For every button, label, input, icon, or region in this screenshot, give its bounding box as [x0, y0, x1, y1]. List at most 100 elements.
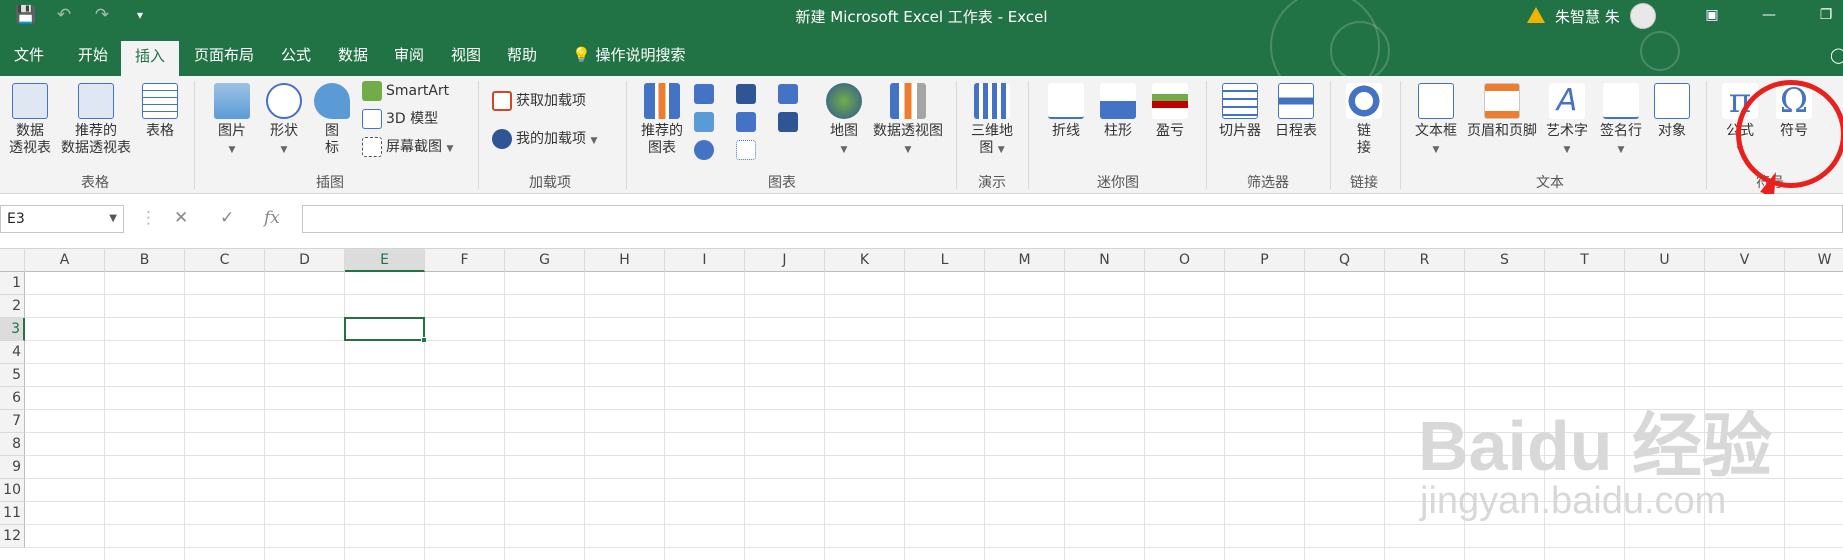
- object-button[interactable]: 对象: [1650, 83, 1694, 140]
- column-header[interactable]: C: [185, 249, 265, 272]
- tell-me-search[interactable]: 💡 操作说明搜索: [568, 45, 689, 65]
- column-header[interactable]: P: [1225, 249, 1305, 272]
- column-header[interactable]: S: [1465, 249, 1545, 272]
- sparkline-line-button[interactable]: 折线: [1044, 83, 1088, 140]
- column-header[interactable]: H: [585, 249, 665, 272]
- screenshot-button[interactable]: 屏幕截图 ▼: [362, 136, 453, 160]
- name-box-dropdown-icon[interactable]: ▼: [109, 206, 117, 232]
- hierarchy-chart-icon[interactable]: [736, 84, 756, 104]
- active-cell[interactable]: [344, 317, 425, 341]
- pie-chart-icon[interactable]: [694, 140, 714, 160]
- 3d-model-button[interactable]: 3D 模型: [362, 108, 438, 130]
- row-header[interactable]: 6: [0, 387, 25, 410]
- row-header[interactable]: 2: [0, 295, 25, 318]
- slicer-button[interactable]: 切片器: [1214, 83, 1266, 140]
- column-chart-icon[interactable]: [694, 84, 714, 104]
- column-header[interactable]: B: [105, 249, 185, 272]
- pivot-chart-button[interactable]: 数据透视图 ▼: [870, 83, 946, 159]
- column-header[interactable]: W: [1785, 249, 1843, 272]
- recommended-pivot-button[interactable]: 推荐的 数据透视表: [58, 83, 134, 157]
- tab-help[interactable]: 帮助: [503, 45, 541, 65]
- insert-function-icon[interactable]: fx: [264, 208, 280, 228]
- row-header[interactable]: 5: [0, 364, 25, 387]
- get-addins-button[interactable]: 获取加载项: [492, 90, 586, 112]
- row-header[interactable]: 8: [0, 433, 25, 456]
- column-header[interactable]: Q: [1305, 249, 1385, 272]
- row-header[interactable]: 10: [0, 479, 25, 502]
- column-header[interactable]: A: [25, 249, 105, 272]
- column-header[interactable]: L: [905, 249, 985, 272]
- shapes-button[interactable]: 形状 ▼: [262, 83, 306, 159]
- enter-icon[interactable]: ✓: [220, 208, 234, 228]
- column-header[interactable]: D: [265, 249, 345, 272]
- icons-button[interactable]: 图 标: [314, 83, 350, 157]
- row-header[interactable]: 3: [0, 318, 25, 341]
- textbox-button[interactable]: 文本框 ▼: [1410, 83, 1462, 159]
- maps-button[interactable]: 地图 ▼: [822, 83, 866, 159]
- row-header[interactable]: 12: [0, 525, 25, 548]
- smartart-button[interactable]: SmartArt: [362, 80, 449, 102]
- row-header[interactable]: 9: [0, 456, 25, 479]
- warning-icon[interactable]: [1527, 7, 1545, 23]
- column-header[interactable]: G: [505, 249, 585, 272]
- column-header[interactable]: I: [665, 249, 745, 272]
- column-header[interactable]: J: [745, 249, 825, 272]
- row-header[interactable]: 7: [0, 410, 25, 433]
- 3d-map-button[interactable]: 三维地 图 ▼: [966, 83, 1018, 159]
- signature-line-button[interactable]: 签名行 ▼: [1596, 83, 1646, 159]
- cancel-icon[interactable]: ✕: [174, 208, 188, 228]
- line-chart-icon[interactable]: [694, 112, 714, 132]
- share-icon[interactable]: ◯: [1826, 45, 1843, 65]
- my-addins-button[interactable]: 我的加载项 ▼: [492, 128, 597, 152]
- row-header[interactable]: 4: [0, 341, 25, 364]
- save-icon[interactable]: 💾: [14, 4, 38, 26]
- recommended-charts-button[interactable]: 推荐的 图表: [636, 83, 688, 157]
- restore-icon[interactable]: ❐: [1812, 2, 1840, 28]
- wordart-button[interactable]: A 艺术字 ▼: [1542, 83, 1592, 159]
- pivot-table-button[interactable]: 数据 透视表: [4, 83, 56, 157]
- waterfall-chart-icon[interactable]: [778, 84, 798, 104]
- tab-review[interactable]: 审阅: [390, 45, 428, 65]
- column-header[interactable]: F: [425, 249, 505, 272]
- table-button[interactable]: 表格: [138, 83, 182, 140]
- column-header[interactable]: E: [345, 249, 425, 272]
- column-header[interactable]: R: [1385, 249, 1465, 272]
- column-header[interactable]: T: [1545, 249, 1625, 272]
- name-box[interactable]: E3 ▼: [0, 205, 124, 233]
- column-header[interactable]: O: [1145, 249, 1225, 272]
- user-area[interactable]: 朱智慧 朱: [1527, 3, 1656, 29]
- scatter-chart-icon[interactable]: [736, 140, 756, 160]
- column-header[interactable]: N: [1065, 249, 1145, 272]
- select-all-corner[interactable]: [0, 249, 25, 272]
- tab-data[interactable]: 数据: [334, 45, 372, 65]
- tab-home[interactable]: 开始: [74, 45, 112, 65]
- column-header[interactable]: M: [985, 249, 1065, 272]
- tab-page-layout[interactable]: 页面布局: [190, 45, 258, 65]
- tab-formulas[interactable]: 公式: [277, 45, 315, 65]
- pictures-button[interactable]: 图片 ▼: [210, 83, 254, 159]
- tab-file[interactable]: 文件: [10, 45, 48, 65]
- undo-icon[interactable]: ↶: [52, 4, 76, 26]
- fill-handle[interactable]: [421, 337, 427, 343]
- row-header[interactable]: 11: [0, 502, 25, 525]
- row-header[interactable]: 1: [0, 272, 25, 295]
- column-header[interactable]: V: [1705, 249, 1785, 272]
- minimize-icon[interactable]: —: [1755, 2, 1783, 28]
- redo-icon[interactable]: ↷: [90, 4, 114, 26]
- tab-view[interactable]: 视图: [447, 45, 485, 65]
- link-button[interactable]: 链 接: [1342, 83, 1386, 157]
- ribbon-display-icon[interactable]: ▣: [1698, 2, 1726, 28]
- avatar[interactable]: [1629, 3, 1656, 29]
- formula-input[interactable]: [302, 205, 1843, 233]
- combo-chart-icon[interactable]: [778, 112, 798, 132]
- tab-insert[interactable]: 插入: [121, 41, 180, 76]
- user-name[interactable]: 朱智慧 朱: [1555, 6, 1620, 27]
- timeline-button[interactable]: 日程表: [1270, 83, 1322, 140]
- header-footer-button[interactable]: 页眉和页脚: [1464, 83, 1540, 140]
- customize-qat-icon[interactable]: ▾: [128, 4, 152, 26]
- statistic-chart-icon[interactable]: [736, 112, 756, 132]
- sparkline-winloss-button[interactable]: 盈亏: [1148, 83, 1192, 140]
- column-header[interactable]: K: [825, 249, 905, 272]
- sparkline-column-button[interactable]: 柱形: [1096, 83, 1140, 140]
- worksheet-grid[interactable]: A B C D E F G H I J K L M N O P Q R S T U V W 1 2 3 4 5 6 7 8 9 10 11 12: [0, 249, 1843, 560]
